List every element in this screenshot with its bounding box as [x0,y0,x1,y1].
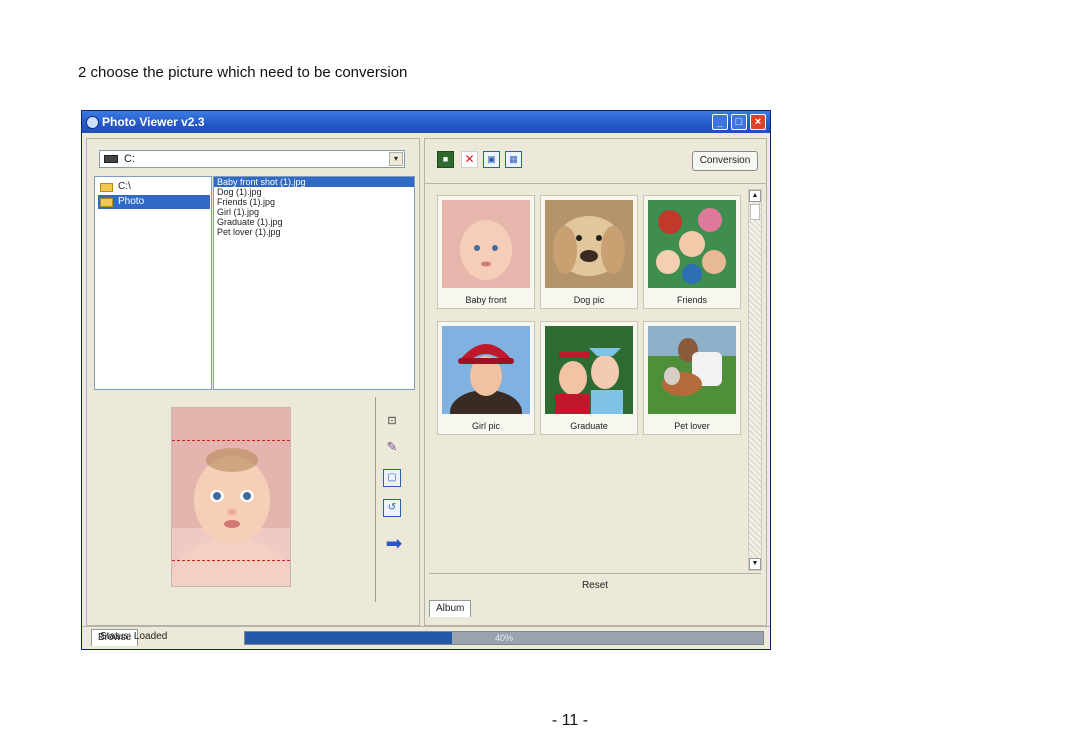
thumbnail[interactable]: Pet lover [643,321,741,435]
status-text: Status: Loaded [100,631,168,642]
rotate-icon[interactable]: ↺ [383,499,401,517]
file-list-item[interactable]: Pet lover (1).jpg [214,227,414,237]
file-list-item[interactable]: Dog (1).jpg [214,187,414,197]
app-window: Photo Viewer v2.3 _ □ × C: ▾ C:\ Photo Ba… [81,110,771,650]
drive-label: C: [124,153,135,165]
window-title: Photo Viewer v2.3 [102,115,205,129]
arrow-right-icon[interactable]: ➡ [382,534,406,555]
thumbnail-caption: Dog pic [573,295,605,305]
delete-icon[interactable]: ✕ [461,151,478,168]
pen-tool-icon[interactable]: ✎ [383,439,401,457]
thumbnail-caption: Baby front [465,295,507,305]
maximize-button[interactable]: □ [731,114,747,130]
scroll-thumb[interactable] [750,204,760,220]
left-pane: C: ▾ C:\ Photo Baby front shot (1).jpg Dog… [86,138,420,646]
thumbnail-caption: Graduate [570,421,608,431]
folder-label: Photo [118,196,145,207]
thumbnail-grid: Baby front Dog pic Friends Girl pic Graduate… [429,189,747,571]
file-list-item[interactable]: Graduate (1).jpg [214,217,414,227]
select-tool-icon[interactable]: ⊡ [383,413,401,431]
folder-label: C:\ [118,181,131,192]
minimize-button[interactable]: _ [712,114,728,130]
thumbnail-caption: Girl pic [471,421,500,431]
app-icon [86,116,99,129]
thumbnail-image[interactable] [648,200,736,288]
progress-label: 40% [494,633,513,643]
chevron-down-icon[interactable]: ▾ [389,152,403,166]
crop-guide-bottom[interactable] [172,560,290,561]
save-icon[interactable]: ■ [437,151,454,168]
thumbnail[interactable]: Friends [643,195,741,309]
file-list-item[interactable]: Girl (1).jpg [214,207,414,217]
folder-icon [100,183,113,192]
file-list-item[interactable]: Friends (1).jpg [214,197,414,207]
thumbnail-image[interactable] [648,326,736,414]
right-pane: ■ ✕ ▣ ▦ Conversion Baby front Dog pic Frie… [424,138,767,626]
file-list-item[interactable]: Baby front shot (1).jpg [214,177,414,187]
preview-image[interactable] [171,407,291,587]
tab-album[interactable]: Album [429,600,472,617]
folder-tree[interactable]: C:\ Photo [94,176,212,390]
thumbnail-image[interactable] [442,326,530,414]
drive-select[interactable]: C: ▾ [99,150,405,168]
title-bar[interactable]: Photo Viewer v2.3 _ □ × [82,111,770,133]
thumbnail[interactable]: Baby front [437,195,535,309]
thumbnail[interactable]: Girl pic [437,321,535,435]
pane-divider [375,397,376,602]
status-bar: Status: Loaded 40% [82,626,770,649]
reset-button[interactable]: Reset [429,573,761,598]
album-toolbar: ■ ✕ ▣ ▦ Conversion [425,139,766,184]
thumbnail-caption: Pet lover [674,421,710,431]
instruction-text: 2 choose the picture which need to be co… [78,64,408,81]
fit-frame-icon[interactable]: ▢ [383,469,401,487]
thumbnail-caption: Friends [676,295,707,305]
file-list[interactable]: Baby front shot (1).jpg Dog (1).jpg Friend… [213,176,415,390]
thumbnail-scrollbar[interactable]: ▲ ▼ [748,189,762,571]
thumbnail[interactable]: Dog pic [540,195,638,309]
thumbnail-image[interactable] [442,200,530,288]
folder-tree-item[interactable]: Photo [98,195,210,209]
thumbnail-image[interactable] [545,326,633,414]
folder-icon [100,198,113,207]
thumbnail[interactable]: Graduate [540,321,638,435]
thumbnail-image[interactable] [545,200,633,288]
scroll-down-icon[interactable]: ▼ [749,558,761,570]
close-button[interactable]: × [750,114,766,130]
progress-bar: 40% [244,631,764,645]
view-grid-icon[interactable]: ▦ [505,151,522,168]
photo-preview [87,397,375,601]
folder-tree-item[interactable]: C:\ [98,180,135,194]
crop-guide-top[interactable] [172,440,290,441]
page-number: - 11 - [551,712,589,729]
view-single-icon[interactable]: ▣ [483,151,500,168]
drive-icon [104,155,118,163]
conversion-button[interactable]: Conversion [692,151,758,171]
scroll-up-icon[interactable]: ▲ [749,190,761,202]
